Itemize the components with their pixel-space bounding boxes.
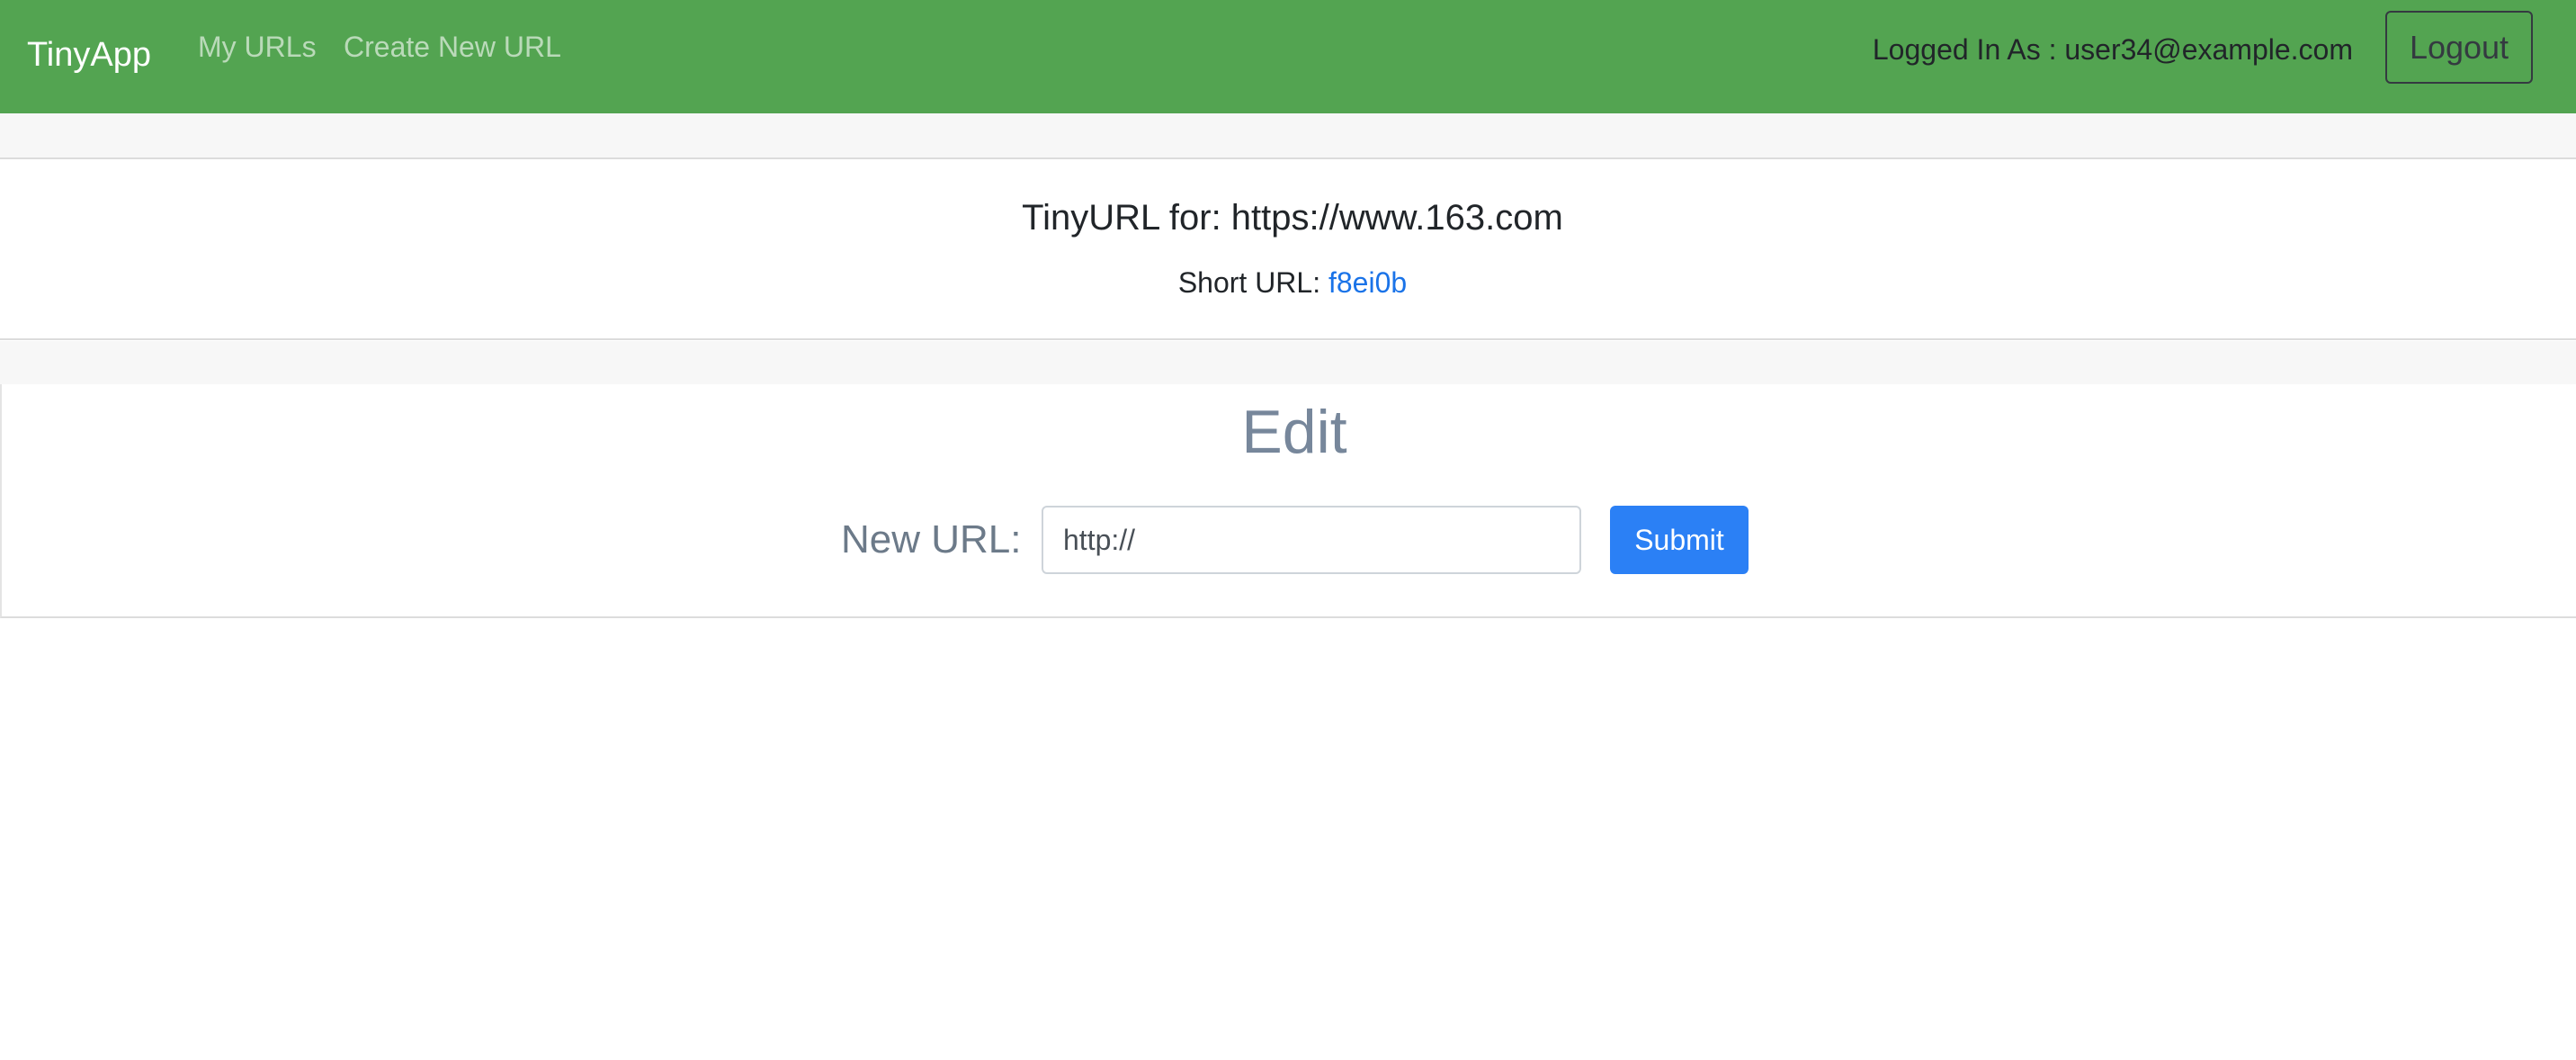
section-divider [0,341,2576,384]
logged-in-user-text: Logged In As : user34@example.com [1872,33,2353,66]
edit-card: Edit New URL: Submit [0,384,2576,618]
new-url-label: New URL: [841,517,1022,561]
submit-button[interactable]: Submit [1610,506,1749,574]
nav-my-urls-link[interactable]: My URLs [198,27,317,67]
edit-heading: Edit [1241,398,1347,466]
short-url-line: Short URL: f8ei0b [0,263,2576,302]
brand-link[interactable]: TinyApp [27,32,151,77]
new-url-input[interactable] [1042,506,1581,574]
tinyurl-title: TinyURL for: https://www.163.com [1022,198,1563,238]
short-url-label: Short URL: [1177,266,1328,299]
logout-button[interactable]: Logout [2385,11,2533,84]
short-url-link[interactable]: f8ei0b [1328,266,1407,299]
top-navbar: TinyApp My URLs Create New URL Logged In… [0,0,2576,113]
nav-create-new-url-link[interactable]: Create New URL [344,27,561,67]
section-divider [0,113,2576,159]
url-info-card: TinyURL for: https://www.163.com Short U… [0,159,2576,340]
